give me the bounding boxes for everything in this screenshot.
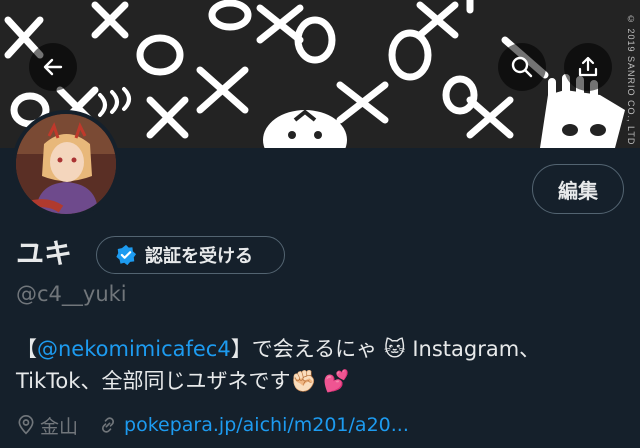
share-button[interactable] [564, 43, 612, 91]
verified-badge-icon [116, 244, 137, 266]
profile-bio: 【@nekomimicafec4】で会えるにゃ 🐱 Instagram、 Tik… [16, 333, 626, 397]
avatar-image [16, 114, 116, 214]
share-icon [578, 56, 598, 77]
website-link[interactable]: pokepara.jp/aichi/m201/a20... [124, 414, 409, 436]
link-icon [101, 417, 115, 433]
bio-mention-link[interactable]: @nekomimicafec4 [37, 337, 231, 361]
location-text: 金山 [40, 415, 79, 438]
avatar[interactable] [12, 110, 120, 218]
profile-meta: 金山 pokepara.jp/aichi/m201/a20... [16, 410, 409, 440]
display-name: ユキ [16, 237, 73, 270]
get-verified-button[interactable]: 認証を受ける [96, 236, 285, 274]
edit-profile-label: 編集 [558, 178, 598, 203]
location-pin-icon [18, 415, 34, 435]
search-icon [511, 56, 533, 78]
banner-copyright: © 2019 SANRIO CO., LTD [626, 14, 636, 146]
user-handle: @c4__yuki [16, 282, 127, 306]
search-button[interactable] [498, 43, 546, 91]
get-verified-label: 認証を受ける [145, 246, 253, 267]
bio-bracket-open: 【 [16, 337, 37, 361]
edit-profile-button[interactable]: 編集 [532, 164, 624, 214]
bio-line1-text: 】で会えるにゃ 🐱 Instagram、 [230, 337, 541, 361]
arrow-left-icon [43, 58, 63, 76]
back-button[interactable] [29, 43, 77, 91]
bio-line2-text: TikTok、全部同じユザネです✊🏻 💕 [16, 369, 350, 393]
